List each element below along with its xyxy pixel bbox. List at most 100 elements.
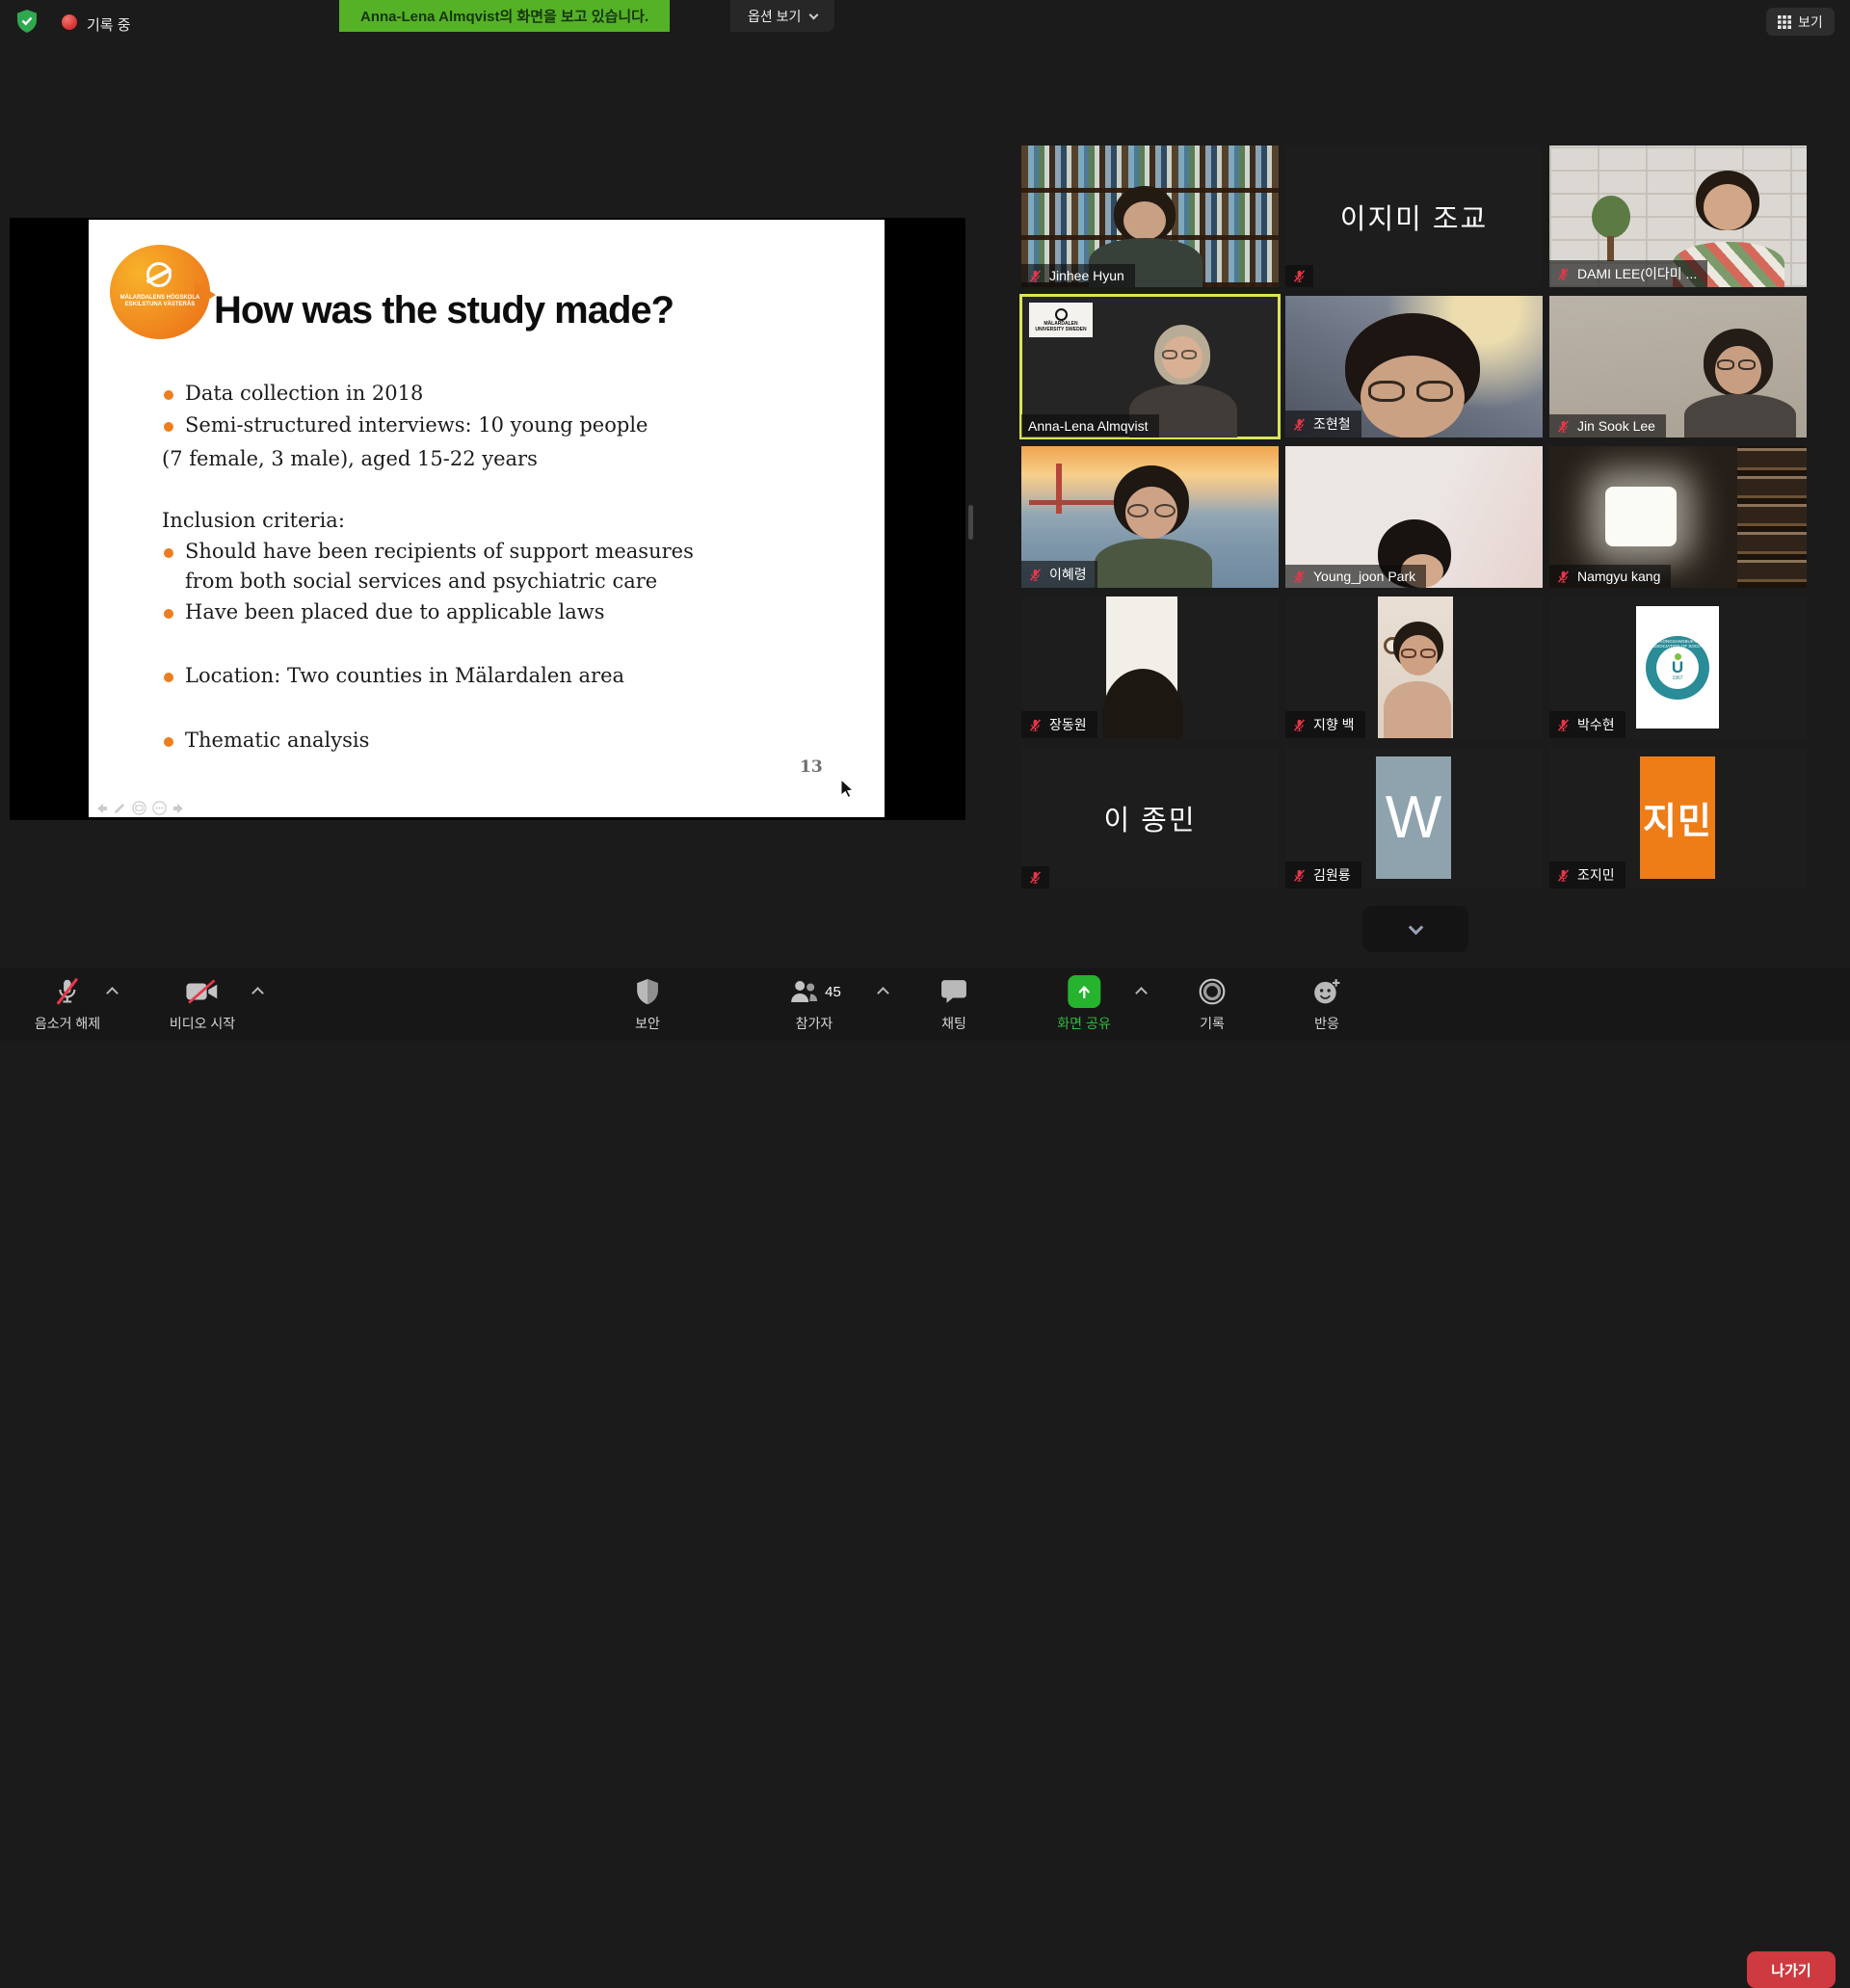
participant-name-label: Jinhee Hyun: [1021, 264, 1135, 287]
participant-name-label: 이혜령: [1021, 561, 1097, 588]
grid-view-icon: [1778, 15, 1791, 29]
leave-meeting-button[interactable]: 나가기: [1747, 1951, 1836, 1988]
share-screen-button[interactable]: 화면 공유: [1057, 975, 1110, 1033]
participant-count: 45: [825, 984, 841, 1000]
participant-tile[interactable]: Namgyu kang: [1549, 446, 1807, 588]
grid-next-page-button[interactable]: [1362, 906, 1468, 952]
more-options-icon[interactable]: [152, 801, 167, 815]
participant-tile[interactable]: 이혜령: [1021, 446, 1279, 588]
participant-tile[interactable]: 장동원: [1021, 596, 1279, 738]
mic-options-caret[interactable]: [106, 987, 119, 999]
slide-text: from both social services and psychiatri…: [185, 570, 657, 593]
participant-tile[interactable]: Young_joon Park: [1285, 446, 1543, 588]
participant-name: 김원룡: [1313, 865, 1351, 885]
university-logo: MÄLARDALENS HÖGSKOLA ESKILSTUNA VÄSTERÅS: [110, 245, 224, 341]
muted-camera-icon: [185, 978, 220, 1005]
bridge-tower: [1056, 464, 1062, 514]
participant-name: 조지민: [1577, 865, 1615, 885]
chat-button[interactable]: 채팅: [940, 975, 967, 1033]
glasses-icon: [1416, 381, 1453, 402]
record-button[interactable]: 기록: [1198, 975, 1227, 1033]
participant-name-label: 지향 백: [1285, 711, 1365, 738]
slide-bullet: Location: Two counties in Mälardalen are…: [185, 664, 624, 687]
avatar-block: W: [1376, 756, 1451, 879]
start-video-button[interactable]: 비디오 시작: [170, 975, 235, 1033]
participant-name: Young_joon Park: [1313, 569, 1415, 584]
mouse-cursor: [840, 779, 855, 798]
start-video-label: 비디오 시작: [170, 1014, 235, 1033]
muted-mic-icon: [1292, 570, 1307, 584]
video-options-caret[interactable]: [251, 987, 264, 999]
participant-tile[interactable]: Jin Sook Lee: [1549, 296, 1807, 437]
panel-resize-handle[interactable]: [968, 505, 973, 540]
participant-name-label: DAMI LEE(이다미 ...: [1549, 260, 1707, 287]
unmute-button[interactable]: 음소거 해제: [35, 975, 100, 1033]
unmute-label: 음소거 해제: [35, 1014, 100, 1033]
participant-tile[interactable]: W 김원룡: [1285, 747, 1543, 888]
meeting-toolbar: 음소거 해제 비디오 시작 보안: [0, 967, 1850, 1041]
participant-tile[interactable]: Jinhee Hyun: [1021, 146, 1279, 287]
bullet-dot: [164, 390, 173, 400]
participant-tile[interactable]: GYEONGSANGBUK-DO ASSOCIATION OF SOCIAL W…: [1549, 596, 1807, 738]
participant-name: Namgyu kang: [1577, 569, 1660, 584]
participant-name-label: 김원룡: [1285, 861, 1361, 888]
muted-mic-icon: [1556, 718, 1571, 732]
slide-bullet: Should have been recipients of support m…: [185, 540, 694, 563]
recording-indicator-icon: [62, 14, 77, 30]
muted-mic-icon: [1556, 570, 1571, 584]
participant-name-label: [1021, 866, 1049, 888]
muted-mic-icon: [1028, 269, 1043, 283]
participant-tile-active-speaker[interactable]: MÄLARDALEN UNIVERSITY SWEDEN Anna-Lena A…: [1021, 296, 1279, 437]
next-slide-icon[interactable]: [172, 803, 186, 814]
recording-label: 기록 중: [87, 14, 131, 35]
participants-button[interactable]: 45 참가자: [787, 975, 841, 1033]
glasses-icon: [1162, 350, 1177, 359]
participant-tile[interactable]: 이지미 조교: [1285, 146, 1543, 287]
security-button[interactable]: 보안: [635, 975, 660, 1033]
muted-mic-icon: [1556, 267, 1571, 281]
portrait-video: [1378, 596, 1453, 738]
slide-show-icon[interactable]: [132, 801, 146, 815]
glasses-icon: [1738, 359, 1756, 370]
participant-name: 박수현: [1577, 715, 1615, 734]
prev-slide-icon[interactable]: [94, 803, 108, 814]
view-layout-button[interactable]: 보기: [1766, 8, 1835, 36]
bullet-dot: [164, 673, 173, 682]
participant-name: 지향 백: [1313, 715, 1355, 734]
glasses-icon: [1154, 504, 1176, 517]
participant-tile[interactable]: DAMI LEE(이다미 ...: [1549, 146, 1807, 287]
presentation-slide: MÄLARDALENS HÖGSKOLA ESKILSTUNA VÄSTERÅS…: [89, 220, 885, 817]
participant-name-label: 조현철: [1285, 411, 1361, 437]
muted-mic-icon: [1292, 417, 1307, 432]
bullet-dot: [164, 609, 173, 619]
participant-tile[interactable]: 지민 조지민: [1549, 747, 1807, 888]
logo-ring-text: GYEONGSANGBUK-DO ASSOCIATION OF SOCIAL W…: [1646, 636, 1709, 700]
meeting-top-bar: 기록 중 Anna-Lena Almqvist의 화면을 보고 있습니다. 옵션…: [0, 0, 1850, 42]
participant-name-label: 장동원: [1021, 711, 1097, 738]
pen-tool-icon[interactable]: [114, 802, 126, 814]
share-screen-label: 화면 공유: [1057, 1014, 1110, 1033]
security-label: 보안: [635, 1014, 660, 1033]
participant-tile[interactable]: 이 종민: [1021, 747, 1279, 888]
glasses-icon: [1127, 504, 1149, 517]
participants-options-caret[interactable]: [877, 987, 889, 999]
participant-tile[interactable]: 지향 백: [1285, 596, 1543, 738]
slide-bullet: Have been placed due to applicable laws: [185, 600, 604, 623]
muted-mic-icon: [1292, 868, 1307, 883]
person-silhouette: [1102, 669, 1183, 738]
participant-name-label: [1285, 265, 1313, 287]
muted-mic-icon: [1028, 870, 1043, 885]
slide-page-number: 13: [800, 757, 823, 777]
participant-name-label: Anna-Lena Almqvist: [1021, 414, 1159, 437]
slide-bullet: Semi-structured interviews: 10 young peo…: [185, 413, 648, 437]
muted-mic-icon: [1292, 269, 1307, 283]
share-options-caret[interactable]: [1135, 987, 1148, 999]
participant-tile[interactable]: 조현철: [1285, 296, 1543, 437]
muted-mic-icon: [54, 976, 81, 1007]
view-options-button[interactable]: 옵션 보기: [730, 0, 834, 32]
participant-name: Anna-Lena Almqvist: [1028, 418, 1149, 434]
reactions-button[interactable]: 반응: [1312, 975, 1341, 1033]
participant-name-label: Jin Sook Lee: [1549, 414, 1666, 437]
glasses-icon: [1368, 381, 1405, 402]
participant-name-label: 조지민: [1549, 861, 1625, 888]
